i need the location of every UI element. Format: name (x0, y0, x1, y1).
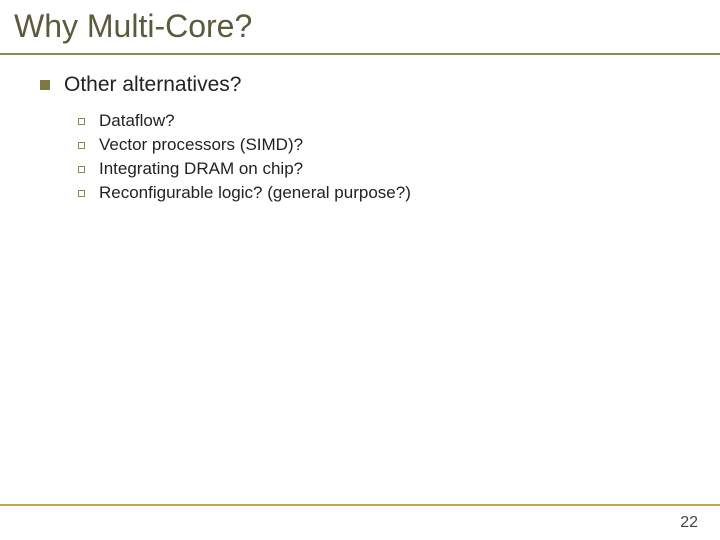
hollow-square-icon (78, 118, 85, 125)
slide-title: Why Multi-Core? (0, 0, 720, 49)
list-item-text: Dataflow? (99, 111, 175, 131)
list-item: Vector processors (SIMD)? (78, 135, 720, 155)
slide: Why Multi-Core? Other alternatives? Data… (0, 0, 720, 540)
page-number: 22 (680, 514, 698, 532)
sub-bullet-list: Dataflow? Vector processors (SIMD)? Inte… (40, 111, 720, 203)
square-bullet-icon (40, 80, 50, 90)
content-area: Other alternatives? Dataflow? Vector pro… (0, 55, 720, 203)
list-item-text: Vector processors (SIMD)? (99, 135, 303, 155)
list-item: Integrating DRAM on chip? (78, 159, 720, 179)
footer-divider (0, 504, 720, 506)
hollow-square-icon (78, 142, 85, 149)
bullet-level1: Other alternatives? (40, 73, 720, 97)
hollow-square-icon (78, 166, 85, 173)
list-item-text: Integrating DRAM on chip? (99, 159, 303, 179)
list-item-text: Reconfigurable logic? (general purpose?) (99, 183, 411, 203)
list-item: Reconfigurable logic? (general purpose?) (78, 183, 720, 203)
list-item: Dataflow? (78, 111, 720, 131)
hollow-square-icon (78, 190, 85, 197)
section-heading: Other alternatives? (64, 73, 241, 97)
